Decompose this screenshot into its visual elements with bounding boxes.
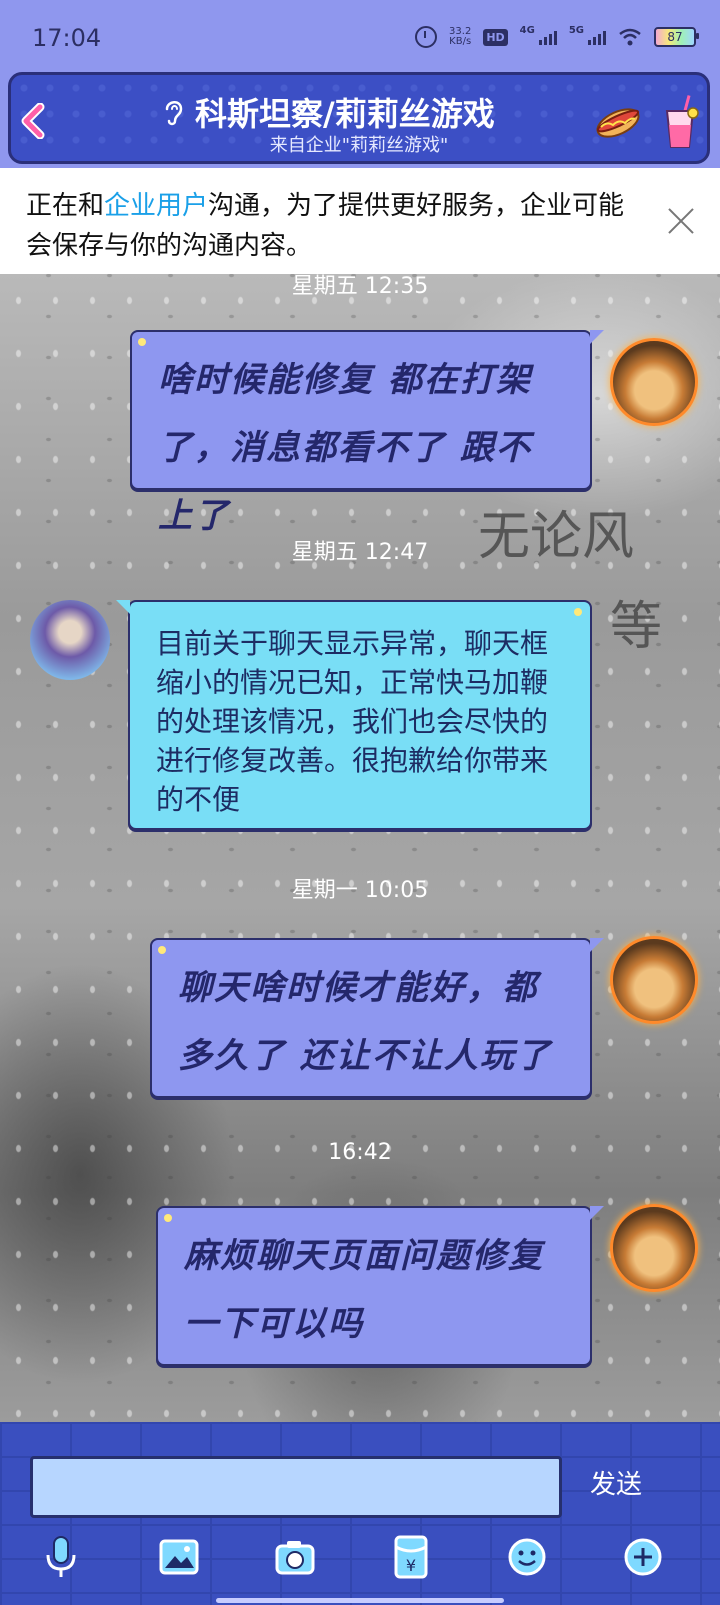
input-bar: 发送 ¥ bbox=[0, 1422, 720, 1605]
user-avatar[interactable] bbox=[610, 1204, 698, 1292]
microphone-icon bbox=[46, 1536, 76, 1577]
red-packet-icon: ¥ bbox=[394, 1535, 428, 1579]
header-title-row: 科斯坦察/莉莉丝游戏 bbox=[161, 89, 495, 135]
message-input[interactable] bbox=[30, 1456, 562, 1518]
message-timestamp: 星期一 10:05 bbox=[291, 878, 429, 903]
ear-icon[interactable] bbox=[161, 97, 187, 127]
emoji-button[interactable] bbox=[504, 1534, 550, 1580]
5g-label: 5G bbox=[568, 24, 584, 36]
notice-text: 正在和企业用户沟通，为了提供更好服务，企业可能会保存与你的沟通内容。 bbox=[26, 191, 625, 261]
hd-icon: HD bbox=[483, 28, 508, 46]
chat-area[interactable]: 无论风 等 星期五 12:35 啥时候能修复 都在打架了，消息都看不了 跟不上了… bbox=[0, 274, 720, 1422]
signal-5g-icon bbox=[588, 29, 606, 45]
hotdog-icon bbox=[596, 108, 640, 138]
home-indicator[interactable] bbox=[216, 1598, 504, 1603]
enterprise-user-link[interactable]: 企业用户 bbox=[104, 191, 208, 221]
signal-4g-icon bbox=[538, 29, 557, 45]
more-button[interactable] bbox=[620, 1534, 666, 1580]
camera-button[interactable] bbox=[272, 1534, 318, 1580]
agent-avatar[interactable] bbox=[30, 600, 110, 680]
4g-label: 4G bbox=[519, 24, 535, 36]
chat-header: 科斯坦察/莉莉丝游戏 来自企业"莉莉丝游戏" bbox=[8, 72, 710, 164]
message-text: 聊天啥时候才能好，都多久了 还让不让人玩了 bbox=[178, 968, 552, 1076]
user-avatar[interactable] bbox=[610, 338, 698, 426]
battery-icon: 87 bbox=[654, 27, 699, 47]
status-time: 17:04 bbox=[32, 24, 102, 52]
svg-text:¥: ¥ bbox=[406, 1556, 416, 1575]
send-button[interactable]: 发送 bbox=[590, 1464, 642, 1501]
user-message-bubble[interactable]: 麻烦聊天页面问题修复一下可以吗 bbox=[156, 1206, 604, 1366]
status-bar: 17:04 33.2 KB/s HD 4G 5G 87 bbox=[0, 0, 720, 76]
camera-icon bbox=[275, 1541, 315, 1575]
message-timestamp: 星期五 12:47 bbox=[291, 540, 429, 565]
message-text: 麻烦聊天页面问题修复一下可以吗 bbox=[184, 1236, 544, 1344]
message-text: 啥时候能修复 都在打架了，消息都看不了 跟不上了 bbox=[158, 360, 532, 536]
drink-icon bbox=[665, 95, 699, 148]
user-message-bubble[interactable]: 啥时候能修复 都在打架了，消息都看不了 跟不上了 bbox=[130, 330, 604, 536]
privacy-notice: 正在和企业用户沟通，为了提供更好服务，企业可能会保存与你的沟通内容。 bbox=[0, 168, 720, 274]
image-icon bbox=[159, 1539, 199, 1575]
plus-icon bbox=[624, 1538, 662, 1576]
alarm-icon bbox=[415, 26, 438, 48]
header-title: 科斯坦察/莉莉丝游戏 bbox=[195, 95, 495, 133]
message-timestamp: 星期五 12:35 bbox=[291, 274, 429, 299]
background-text: 等 bbox=[610, 597, 663, 657]
red-packet-button[interactable]: ¥ bbox=[388, 1534, 434, 1580]
close-icon[interactable] bbox=[666, 206, 696, 236]
emoji-icon bbox=[508, 1538, 546, 1576]
user-message-bubble[interactable]: 聊天啥时候才能好，都多久了 还让不让人玩了 bbox=[150, 938, 604, 1098]
agent-message-bubble[interactable]: 目前关于聊天显示异常，聊天框缩小的情况已知，正常快马加鞭的处理该情况，我们也会尽… bbox=[116, 600, 592, 830]
message-text: 目前关于聊天显示异常，聊天框缩小的情况已知，正常快马加鞭的处理该情况，我们也会尽… bbox=[156, 627, 549, 816]
voice-button[interactable] bbox=[38, 1534, 84, 1580]
image-button[interactable] bbox=[156, 1534, 202, 1580]
network-speed: 33.2 KB/s bbox=[449, 26, 472, 47]
wifi-icon bbox=[619, 28, 641, 46]
user-avatar[interactable] bbox=[610, 936, 698, 1024]
message-timestamp: 16:42 bbox=[328, 1140, 392, 1165]
status-icons: 33.2 KB/s HD 4G 5G 87 bbox=[415, 24, 699, 48]
